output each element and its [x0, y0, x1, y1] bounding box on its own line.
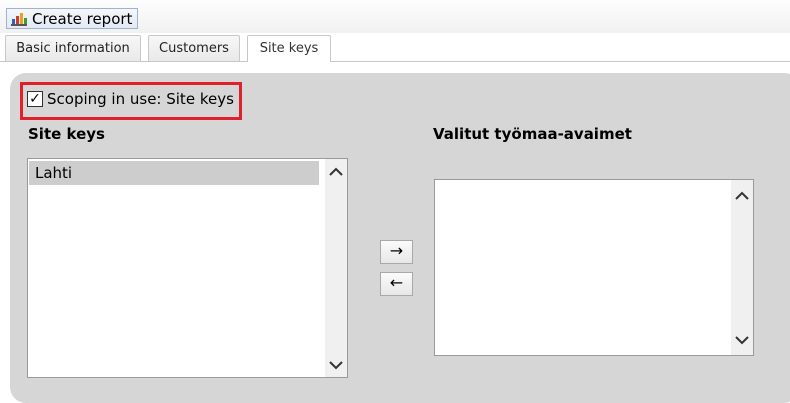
tab-basic-information[interactable]: Basic information [5, 35, 141, 61]
tab-bar: Basic information Customers Site keys [0, 33, 790, 62]
scroll-down-icon[interactable] [731, 330, 753, 350]
remove-from-selected-button[interactable]: ← [380, 272, 413, 296]
tab-bar-divider [0, 61, 790, 62]
tab-site-keys[interactable]: Site keys [247, 35, 331, 62]
scroll-up-icon[interactable] [325, 161, 347, 181]
scoping-label: Scoping in use: Site keys [47, 90, 234, 108]
available-list-scrollbar[interactable] [325, 159, 347, 377]
scroll-up-icon[interactable] [731, 185, 753, 205]
toolbar: Create report [0, 0, 790, 33]
create-report-label: Create report [32, 9, 133, 28]
selected-list-scrollbar[interactable] [731, 180, 753, 355]
bar-chart-icon [11, 13, 27, 26]
add-to-selected-button[interactable]: → [380, 240, 413, 264]
selected-site-keys-heading: Valitut työmaa-avaimet [433, 125, 632, 143]
selected-site-keys-list[interactable] [434, 179, 754, 356]
create-report-button[interactable]: Create report [6, 8, 139, 29]
list-item[interactable]: Lahti [29, 161, 319, 185]
scoping-checkbox[interactable]: ✓ [27, 91, 43, 107]
available-site-keys-heading: Site keys [28, 125, 105, 143]
tab-customers[interactable]: Customers [148, 35, 240, 61]
scoping-checkbox-row[interactable]: ✓ Scoping in use: Site keys [27, 90, 234, 108]
available-site-keys-list[interactable]: Lahti [27, 158, 348, 378]
scroll-down-icon[interactable] [325, 355, 347, 375]
checkmark-icon: ✓ [29, 91, 41, 107]
